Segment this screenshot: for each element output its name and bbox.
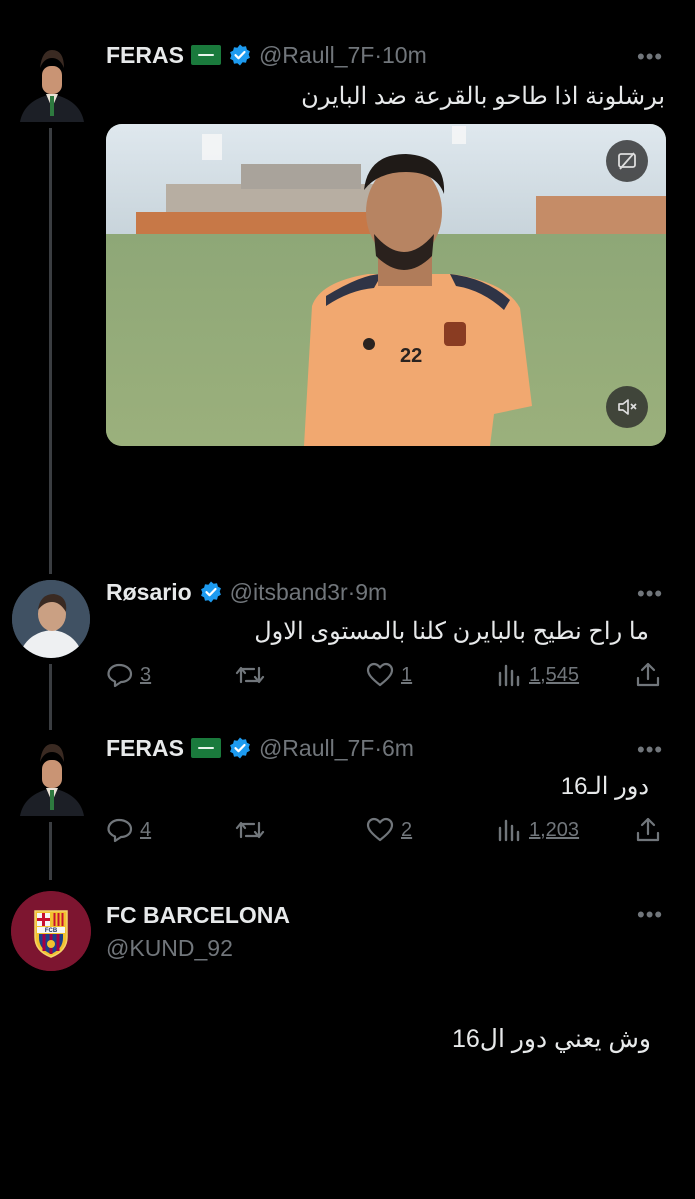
- author-handle[interactable]: @Raull_7F: [259, 735, 374, 762]
- views-button[interactable]: 1,203: [495, 816, 579, 844]
- mute-icon[interactable]: [606, 386, 648, 428]
- avatar[interactable]: [16, 738, 88, 816]
- verified-badge-icon: [200, 581, 221, 603]
- tweet-actions: 3 1 1,545: [106, 661, 666, 695]
- jersey-number: 22: [400, 345, 422, 367]
- tweet-header: Røsario @itsband3r ·9m: [106, 577, 387, 607]
- avatar[interactable]: FCB: [11, 891, 91, 971]
- view-count: 1,545: [529, 663, 580, 686]
- saudi-flag-icon: [190, 45, 221, 65]
- author-handle[interactable]: @Raull_7F: [259, 42, 374, 69]
- tweet-actions: 4 2 1,203: [106, 816, 666, 850]
- reply-button[interactable]: 3: [106, 661, 151, 689]
- like-count: 2: [401, 818, 413, 841]
- verified-badge-icon: [230, 44, 250, 66]
- thread-line: [49, 664, 52, 730]
- author-name[interactable]: Røsario: [106, 579, 192, 606]
- views-chart-icon: [498, 664, 520, 687]
- avatar[interactable]: [16, 44, 88, 122]
- thread-line: [49, 822, 52, 880]
- tweet-header: FERAS @Raull_7F ·10m: [106, 40, 427, 70]
- share-icon: [636, 662, 660, 687]
- video-player[interactable]: 22: [106, 124, 666, 446]
- author-handle[interactable]: @itsband3r: [230, 579, 348, 606]
- timestamp[interactable]: ·10m: [374, 42, 426, 69]
- reply-icon: [107, 663, 133, 688]
- profile-handle[interactable]: @KUND_92: [106, 935, 233, 962]
- thread-line: [49, 128, 52, 574]
- reply-icon: [107, 818, 133, 843]
- heart-icon: [366, 817, 394, 842]
- share-button[interactable]: [634, 661, 662, 689]
- like-button[interactable]: 2: [365, 816, 412, 844]
- author-name[interactable]: FERAS: [106, 735, 184, 762]
- view-count: 1,203: [529, 818, 580, 841]
- tweet-text: دور الـ16: [560, 773, 649, 800]
- retweet-icon: [235, 821, 265, 839]
- like-button[interactable]: 1: [365, 661, 412, 689]
- timestamp[interactable]: ·6m: [374, 735, 414, 762]
- video-frame: 22: [106, 124, 666, 446]
- crest-letters: FCB: [45, 928, 58, 934]
- more-options-icon[interactable]: •••: [637, 581, 663, 607]
- more-options-icon[interactable]: •••: [637, 902, 663, 928]
- retweet-button[interactable]: [234, 661, 272, 689]
- share-icon: [636, 817, 660, 842]
- avatar[interactable]: [12, 580, 90, 658]
- like-count: 1: [401, 663, 413, 686]
- views-button[interactable]: 1,545: [495, 661, 579, 689]
- profile-name[interactable]: FC BARCELONA: [106, 902, 290, 929]
- retweet-button[interactable]: [234, 816, 272, 844]
- saudi-flag-icon: [190, 738, 221, 758]
- views-chart-icon: [498, 819, 520, 842]
- tweet-text: برشلونة اذا طاحو بالقرعة ضد البايرن: [301, 83, 665, 110]
- author-name[interactable]: FERAS: [106, 42, 184, 69]
- reply-count: 4: [140, 818, 152, 841]
- timestamp[interactable]: ·9m: [348, 579, 388, 606]
- tweet-text: ما راح نطيح بالبايرن كلنا بالمستوى الاول: [254, 618, 649, 645]
- verified-badge-icon: [230, 737, 250, 759]
- share-button[interactable]: [634, 816, 662, 844]
- retweet-icon: [235, 666, 265, 684]
- caption-toggle-icon[interactable]: [606, 140, 648, 182]
- more-options-icon[interactable]: •••: [637, 44, 663, 70]
- reply-count: 3: [140, 663, 152, 686]
- heart-icon: [366, 662, 394, 687]
- reply-button[interactable]: 4: [106, 816, 151, 844]
- tweet-text: وش يعني دور ال16: [451, 1025, 651, 1053]
- more-options-icon[interactable]: •••: [637, 737, 663, 763]
- tweet-header: FERAS @Raull_7F ·6m: [106, 733, 414, 763]
